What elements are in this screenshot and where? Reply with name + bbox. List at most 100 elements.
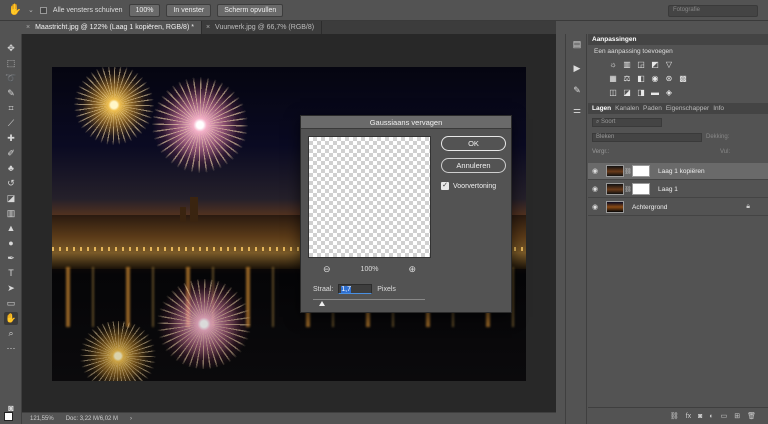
dialog-title[interactable]: Gaussiaans vervagen (301, 116, 511, 129)
gradient-map-icon[interactable]: ▬ (650, 88, 660, 98)
quick-mask-icon[interactable]: ◙ (4, 402, 18, 415)
layers-footer: ⛓ fx ◙ ◐ ▭ ⊞ 🗑︎ (588, 407, 768, 424)
blur-tool-icon[interactable]: ▲ (4, 222, 18, 235)
color-lookup-icon[interactable]: ▩ (678, 74, 688, 84)
layer-filter-select[interactable]: ⌕ Soort (592, 118, 662, 127)
hand-tool-icon[interactable]: ✋ (4, 312, 18, 325)
layer-mask-thumbnail[interactable] (632, 183, 650, 195)
threshold-icon[interactable]: ◨ (636, 88, 646, 98)
channel-mixer-icon[interactable]: ⊛ (664, 74, 674, 84)
cancel-button[interactable]: Annuleren (441, 158, 506, 173)
brush-tool-icon[interactable]: ✐ (4, 147, 18, 160)
zoom-in-icon[interactable]: ⊕ (408, 264, 416, 275)
type-tool-icon[interactable]: T (4, 267, 18, 280)
blend-mode-select[interactable]: Bleken (592, 133, 702, 142)
all-windows-checkbox[interactable] (39, 6, 47, 14)
quick-select-tool-icon[interactable]: ✎ (4, 87, 18, 100)
tab-layers[interactable]: Lagen (592, 103, 611, 114)
zoom-tool-icon[interactable]: ⌕ (4, 327, 18, 340)
adjustment-layer-icon[interactable]: ◐ (709, 413, 713, 420)
healing-tool-icon[interactable]: ✚ (4, 132, 18, 145)
eye-icon[interactable]: ◉ (588, 167, 602, 175)
eye-icon[interactable]: ◉ (588, 185, 602, 193)
layer-name[interactable]: Laag 1 kopiëren (658, 168, 705, 175)
shape-tool-icon[interactable]: ▭ (4, 297, 18, 310)
radius-slider-track[interactable] (313, 299, 425, 300)
group-icon[interactable]: ▭ (721, 412, 728, 420)
link-icon[interactable]: ⛓ (624, 186, 632, 193)
color-balance-icon[interactable]: ⚖ (622, 74, 632, 84)
levels-icon[interactable]: ▥ (622, 60, 632, 70)
add-mask-icon[interactable]: ◙ (698, 413, 702, 420)
link-icon[interactable]: ⛓ (624, 168, 632, 175)
brush-settings-icon[interactable]: ✎ (571, 84, 583, 96)
eraser-tool-icon[interactable]: ◪ (4, 192, 18, 205)
black-white-icon[interactable]: ◧ (636, 74, 646, 84)
layer-row[interactable]: ◉ ⛓ Laag 1 (588, 181, 768, 198)
layer-thumbnail (606, 165, 624, 177)
tab-vuurwerk[interactable]: × Vuurwerk.jpg @ 66,7% (RGB/8) (202, 21, 323, 34)
layers-panel: Lagen Kanalen Paden Eigenschapper Info ⌕… (588, 103, 768, 216)
photoshop-window: ✋ ⌄ Alle vensters schuiven 100% In venst… (0, 0, 768, 424)
play-icon[interactable]: ▶ (571, 62, 583, 74)
fit-window-button[interactable]: In venster (166, 3, 212, 17)
hand-tool-icon[interactable]: ✋ (8, 3, 22, 17)
zoom-100-button[interactable]: 100% (128, 3, 161, 17)
workspace-selector[interactable]: Fotografie (668, 5, 758, 17)
eyedropper-tool-icon[interactable]: ⟋ (4, 117, 18, 130)
eye-icon[interactable]: ◉ (588, 203, 602, 211)
layers-tabbar: Lagen Kanalen Paden Eigenschapper Info (588, 103, 768, 114)
radius-slider-thumb[interactable] (319, 301, 325, 306)
tab-channels[interactable]: Kanalen (615, 103, 639, 114)
posterize-icon[interactable]: ◪ (622, 88, 632, 98)
brightness-icon[interactable]: ☼ (608, 60, 618, 70)
path-select-tool-icon[interactable]: ➤ (4, 282, 18, 295)
checkmark-icon[interactable]: ✓ (441, 182, 449, 190)
chevron-down-icon[interactable]: ⌄ (28, 6, 34, 14)
exposure-icon[interactable]: ◩ (650, 60, 660, 70)
invert-icon[interactable]: ◫ (608, 88, 618, 98)
fx-icon[interactable]: fx (686, 413, 691, 420)
tab-properties[interactable]: Eigenschapper (666, 103, 709, 114)
zoom-out-icon[interactable]: ⊖ (323, 264, 331, 275)
close-icon[interactable]: × (206, 21, 210, 34)
tab-info[interactable]: Info (713, 103, 724, 114)
new-layer-icon[interactable]: ⊞ (734, 412, 740, 420)
lasso-tool-icon[interactable]: ➰ (4, 72, 18, 85)
link-layers-icon[interactable]: ⛓ (670, 412, 679, 420)
dodge-tool-icon[interactable]: ● (4, 237, 18, 250)
layer-mask-thumbnail[interactable] (632, 165, 650, 177)
vibrance-icon[interactable]: ▽ (664, 60, 674, 70)
more-tools-icon[interactable]: ⋯ (4, 342, 18, 355)
layer-row[interactable]: ◉ ⛓ Laag 1 kopiëren (588, 163, 768, 180)
curves-icon[interactable]: ◲ (636, 60, 646, 70)
gradient-tool-icon[interactable]: ▥ (4, 207, 18, 220)
hue-saturation-icon[interactable]: ▦ (608, 74, 618, 84)
history-brush-tool-icon[interactable]: ↺ (4, 177, 18, 190)
marquee-tool-icon[interactable]: ⬚ (4, 57, 18, 70)
tab-paths[interactable]: Paden (643, 103, 662, 114)
trash-icon[interactable]: 🗑︎ (747, 412, 756, 420)
layer-row[interactable]: ◉ Achtergrond 🔒︎ (588, 199, 768, 216)
close-icon[interactable]: × (26, 21, 30, 34)
pen-tool-icon[interactable]: ✒ (4, 252, 18, 265)
preview-checkbox-row[interactable]: ✓ Voorvertoning (441, 182, 496, 190)
chevron-right-icon[interactable]: › (130, 416, 132, 422)
layer-name[interactable]: Laag 1 (658, 186, 678, 193)
move-tool-icon[interactable]: ✥ (4, 42, 18, 55)
stamp-tool-icon[interactable]: ♣ (4, 162, 18, 175)
ok-button[interactable]: OK (441, 136, 506, 151)
zoom-readout[interactable]: 121,55% (30, 416, 54, 422)
layer-name[interactable]: Achtergrond (632, 204, 667, 211)
history-icon[interactable]: ▤ (571, 38, 583, 50)
photo-filter-icon[interactable]: ◉ (650, 74, 660, 84)
selective-color-icon[interactable]: ◈ (664, 88, 674, 98)
preview-label: Voorvertoning (453, 182, 497, 190)
crop-tool-icon[interactable]: ⌗ (4, 102, 18, 115)
sliders-icon[interactable]: ⚌ (571, 104, 583, 116)
tab-adjustments[interactable]: Aanpassingen (592, 34, 636, 45)
blur-preview[interactable] (308, 136, 431, 258)
radius-input[interactable]: 1,7 (338, 284, 373, 294)
fill-screen-button[interactable]: Scherm opvullen (217, 3, 284, 17)
tab-maastricht[interactable]: × Maastricht.jpg @ 122% (Laag 1 kopiëren… (22, 21, 202, 34)
